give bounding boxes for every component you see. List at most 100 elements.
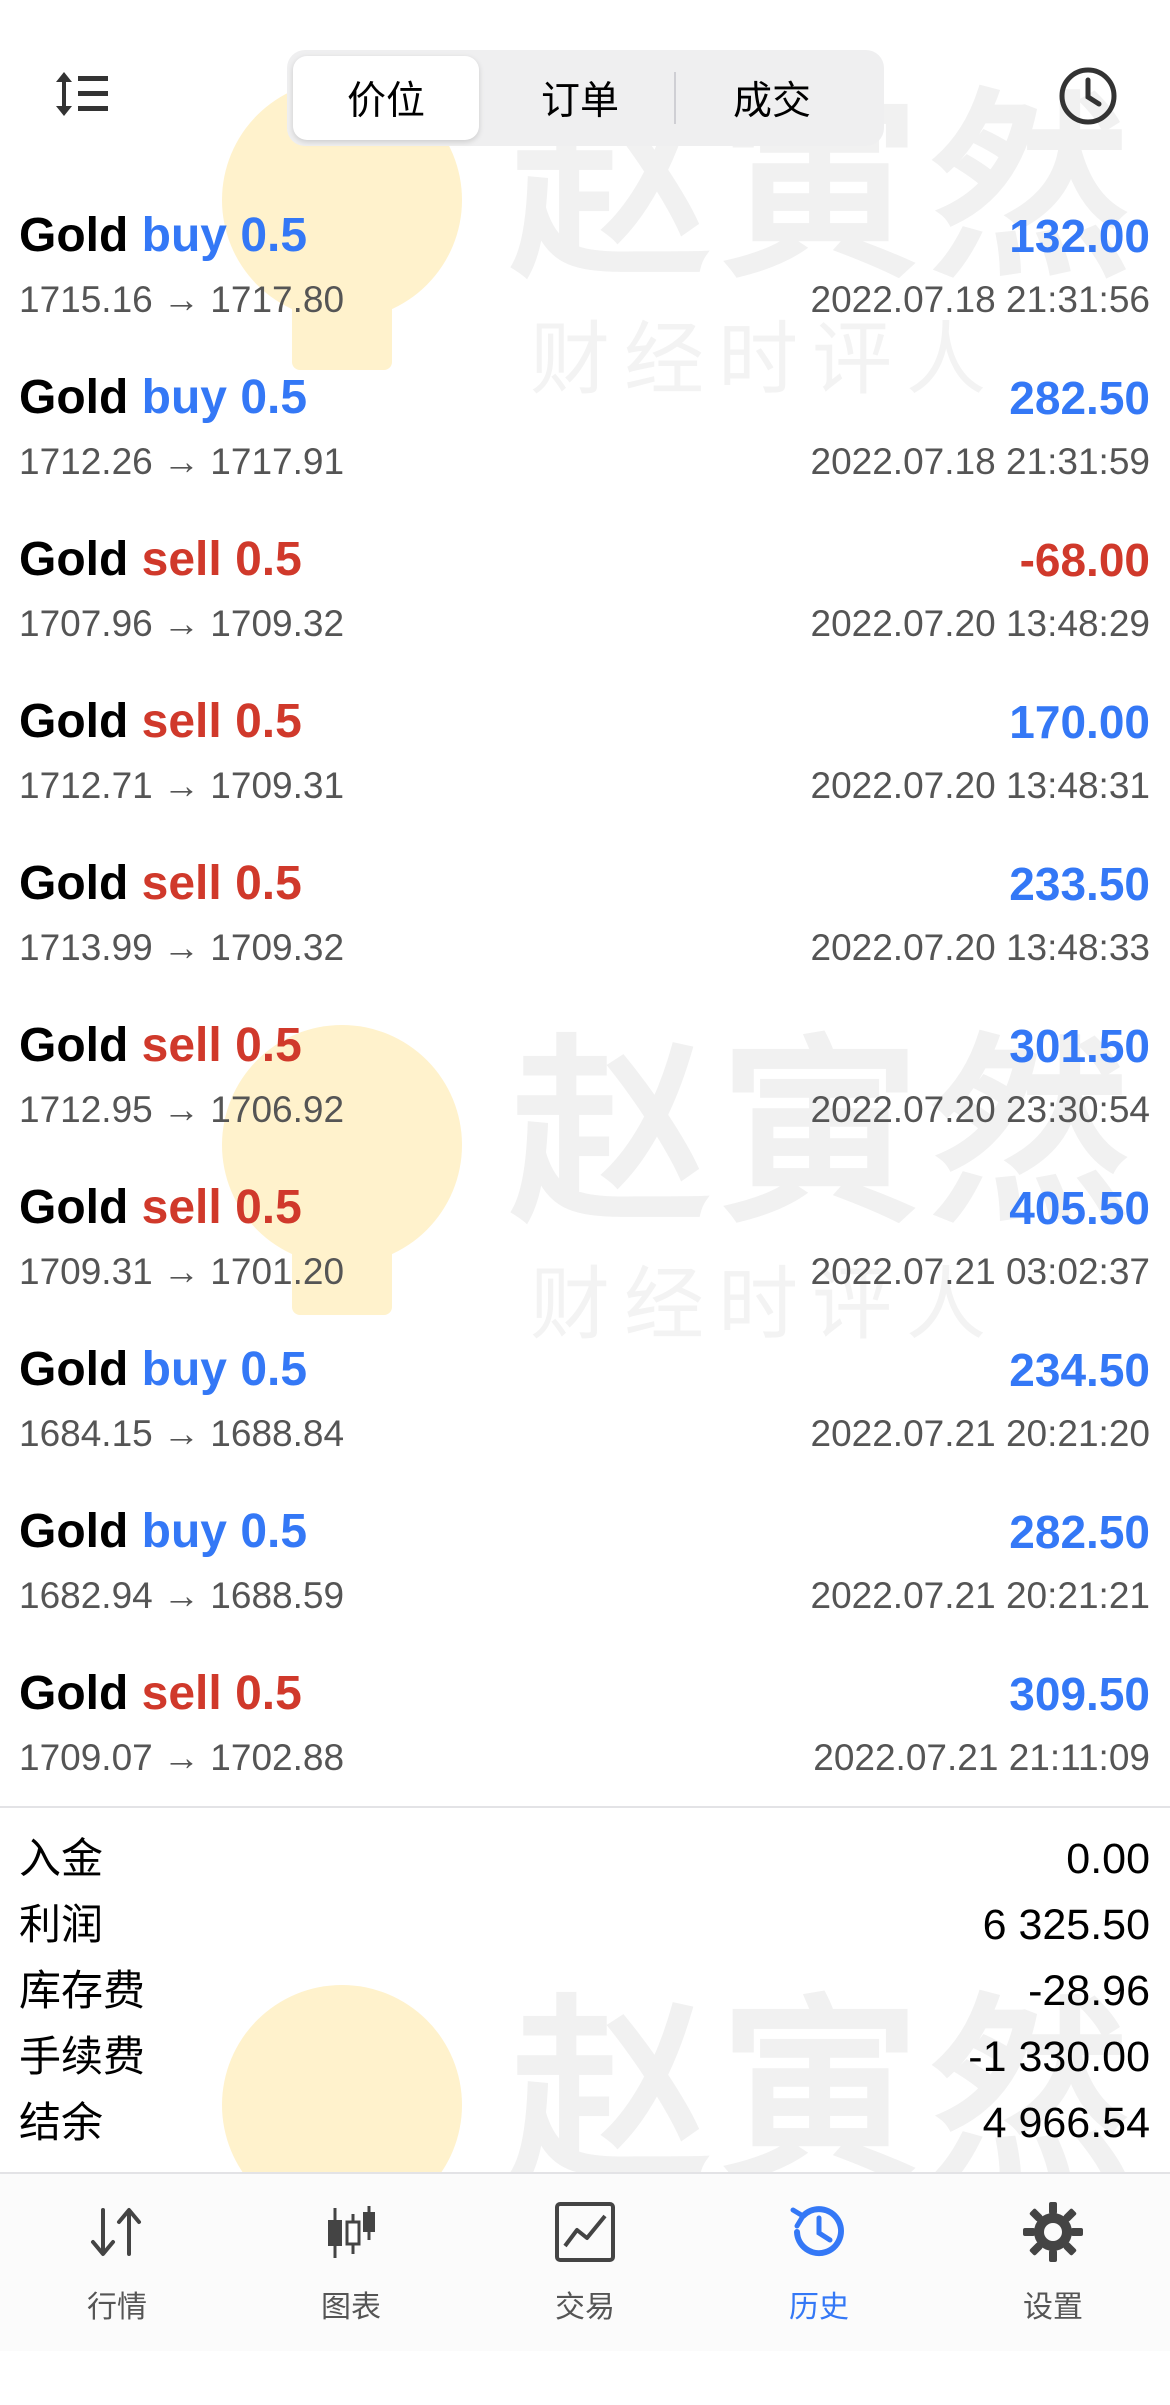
- trade-prices: 1707.96 → 1709.32: [19, 603, 345, 644]
- trade-row[interactable]: Gold sell 0.5 -68.00 1707.96 → 1709.32 2…: [0, 524, 1170, 686]
- trade-side: sell: [141, 1181, 222, 1234]
- trade-side: buy: [141, 371, 227, 424]
- trade-time: 2022.07.20 23:30:54: [810, 1089, 1151, 1130]
- gear-icon: [1023, 2202, 1083, 2262]
- trade-volume: 0.5: [235, 1019, 302, 1072]
- trade-profit: 170.00: [1009, 696, 1150, 748]
- candlestick-icon: [328, 2206, 375, 2258]
- trade-profit: 301.50: [1009, 1020, 1150, 1072]
- tab-orders[interactable]: 订单: [487, 56, 673, 140]
- sort-icon[interactable]: [54, 68, 110, 120]
- trade-prices: 1712.95 → 1706.92: [19, 1089, 345, 1130]
- trade-volume: 0.5: [235, 1667, 302, 1720]
- trade-row[interactable]: Gold sell 0.5 301.50 1712.95 → 1706.92 2…: [0, 1010, 1170, 1172]
- trade-side: sell: [141, 695, 222, 748]
- summary-row-profit: 利润 6 325.50: [0, 1892, 1170, 1958]
- trade-side: sell: [141, 1667, 222, 1720]
- segmented-control: 价位 订单 成交: [287, 50, 884, 146]
- nav-settings[interactable]: 设置: [936, 2174, 1170, 2351]
- nav-label: 行情: [87, 2290, 147, 2325]
- summary-label: 入金: [19, 1834, 104, 1883]
- trade-title: Gold sell 0.5: [19, 1664, 302, 1724]
- nav-history[interactable]: 历史: [702, 2174, 936, 2351]
- trade-profit: -68.00: [1019, 534, 1150, 586]
- trade-volume: 0.5: [240, 1505, 308, 1558]
- trade-row[interactable]: Gold buy 0.5 234.50 1684.15 → 1688.84 20…: [0, 1334, 1170, 1496]
- trade-row[interactable]: Gold sell 0.5 233.50 1713.99 → 1709.32 2…: [0, 848, 1170, 1010]
- trade-symbol: Gold: [19, 1181, 129, 1234]
- trade-title: Gold buy 0.5: [19, 1340, 307, 1400]
- summary-label: 库存费: [19, 1966, 146, 2015]
- summary-value: -28.96: [1028, 1967, 1150, 2015]
- trade-volume: 0.5: [235, 857, 302, 910]
- summary-label: 利润: [19, 1900, 104, 1949]
- trade-title: Gold buy 0.5: [19, 368, 307, 428]
- trade-prices: 1709.31 → 1701.20: [19, 1251, 345, 1292]
- trade-row[interactable]: Gold buy 0.5 132.00 1715.16 → 1717.80 20…: [0, 200, 1170, 362]
- trade-time: 2022.07.20 13:48:33: [810, 927, 1151, 968]
- trade-profit: 282.50: [1009, 372, 1150, 424]
- trade-side: sell: [141, 1019, 222, 1072]
- trade-time: 2022.07.20 13:48:31: [810, 765, 1151, 806]
- trade-symbol: Gold: [19, 209, 129, 262]
- summary-value: 0.00: [1066, 1835, 1150, 1883]
- nav-charts[interactable]: 图表: [234, 2174, 468, 2351]
- trade-time: 2022.07.21 20:21:21: [810, 1575, 1151, 1616]
- nav-label: 图表: [321, 2290, 381, 2325]
- nav-quotes[interactable]: 行情: [0, 2174, 234, 2351]
- trade-symbol: Gold: [19, 1667, 129, 1720]
- trade-symbol: Gold: [19, 1019, 129, 1072]
- trade-side: buy: [141, 1505, 227, 1558]
- summary-label: 手续费: [19, 2032, 146, 2081]
- trade-volume: 0.5: [235, 695, 302, 748]
- trade-volume: 0.5: [235, 1181, 302, 1234]
- summary-row-commission: 手续费 -1 330.00: [0, 2024, 1170, 2090]
- trade-time: 2022.07.21 20:21:20: [810, 1413, 1151, 1454]
- trade-title: Gold sell 0.5: [19, 1016, 302, 1076]
- tab-deals[interactable]: 成交: [679, 56, 865, 140]
- trade-title: Gold sell 0.5: [19, 692, 302, 752]
- trade-time: 2022.07.20 13:48:29: [810, 603, 1151, 644]
- trade-row[interactable]: Gold sell 0.5 309.50 1709.07 → 1702.88 2…: [0, 1658, 1170, 1820]
- summary-value: 6 325.50: [982, 1901, 1150, 1949]
- trade-title: Gold buy 0.5: [19, 206, 307, 266]
- trade-symbol: Gold: [19, 371, 129, 424]
- trade-side: sell: [141, 857, 222, 910]
- summary-row-deposit: 入金 0.00: [0, 1826, 1170, 1892]
- trade-prices: 1712.71 → 1709.31: [19, 765, 345, 806]
- summary-divider: [0, 1806, 1170, 1808]
- trade-row[interactable]: Gold sell 0.5 405.50 1709.31 → 1701.20 2…: [0, 1172, 1170, 1334]
- trade-prices: 1715.16 → 1717.80: [19, 279, 345, 320]
- trade-symbol: Gold: [19, 1343, 129, 1396]
- arrows-updown-icon: [91, 2208, 141, 2256]
- clock-icon[interactable]: [1056, 64, 1120, 128]
- trade-prices: 1713.99 → 1709.32: [19, 927, 345, 968]
- trade-time: 2022.07.21 21:11:09: [813, 1737, 1150, 1778]
- trade-prices: 1709.07 → 1702.88: [19, 1737, 345, 1778]
- trade-title: Gold sell 0.5: [19, 1178, 302, 1238]
- trade-row[interactable]: Gold buy 0.5 282.50 1682.94 → 1688.59 20…: [0, 1496, 1170, 1658]
- trade-side: buy: [141, 1343, 227, 1396]
- trade-chart-icon: [555, 2202, 615, 2262]
- trade-prices: 1682.94 → 1688.59: [19, 1575, 345, 1616]
- trade-profit: 132.00: [1009, 210, 1150, 262]
- summary-row-balance: 结余 4 966.54: [0, 2090, 1170, 2156]
- trade-symbol: Gold: [19, 857, 129, 910]
- trade-row[interactable]: Gold sell 0.5 170.00 1712.71 → 1709.31 2…: [0, 686, 1170, 848]
- trade-row[interactable]: Gold buy 0.5 282.50 1712.26 → 1717.91 20…: [0, 362, 1170, 524]
- nav-label: 交易: [555, 2290, 615, 2325]
- nav-label: 设置: [1023, 2290, 1083, 2325]
- trade-time: 2022.07.18 21:31:59: [810, 441, 1151, 482]
- tab-price[interactable]: 价位: [293, 56, 479, 140]
- trade-title: Gold sell 0.5: [19, 854, 302, 914]
- trade-symbol: Gold: [19, 695, 129, 748]
- nav-trade[interactable]: 交易: [468, 2174, 702, 2351]
- trade-volume: 0.5: [235, 533, 302, 586]
- trade-title: Gold buy 0.5: [19, 1502, 307, 1562]
- summary-row-swap: 库存费 -28.96: [0, 1958, 1170, 2024]
- trade-title: Gold sell 0.5: [19, 530, 302, 590]
- trade-symbol: Gold: [19, 1505, 129, 1558]
- summary-value: 4 966.54: [982, 2099, 1150, 2147]
- trade-volume: 0.5: [240, 1343, 308, 1396]
- summary-label: 结余: [19, 2098, 104, 2147]
